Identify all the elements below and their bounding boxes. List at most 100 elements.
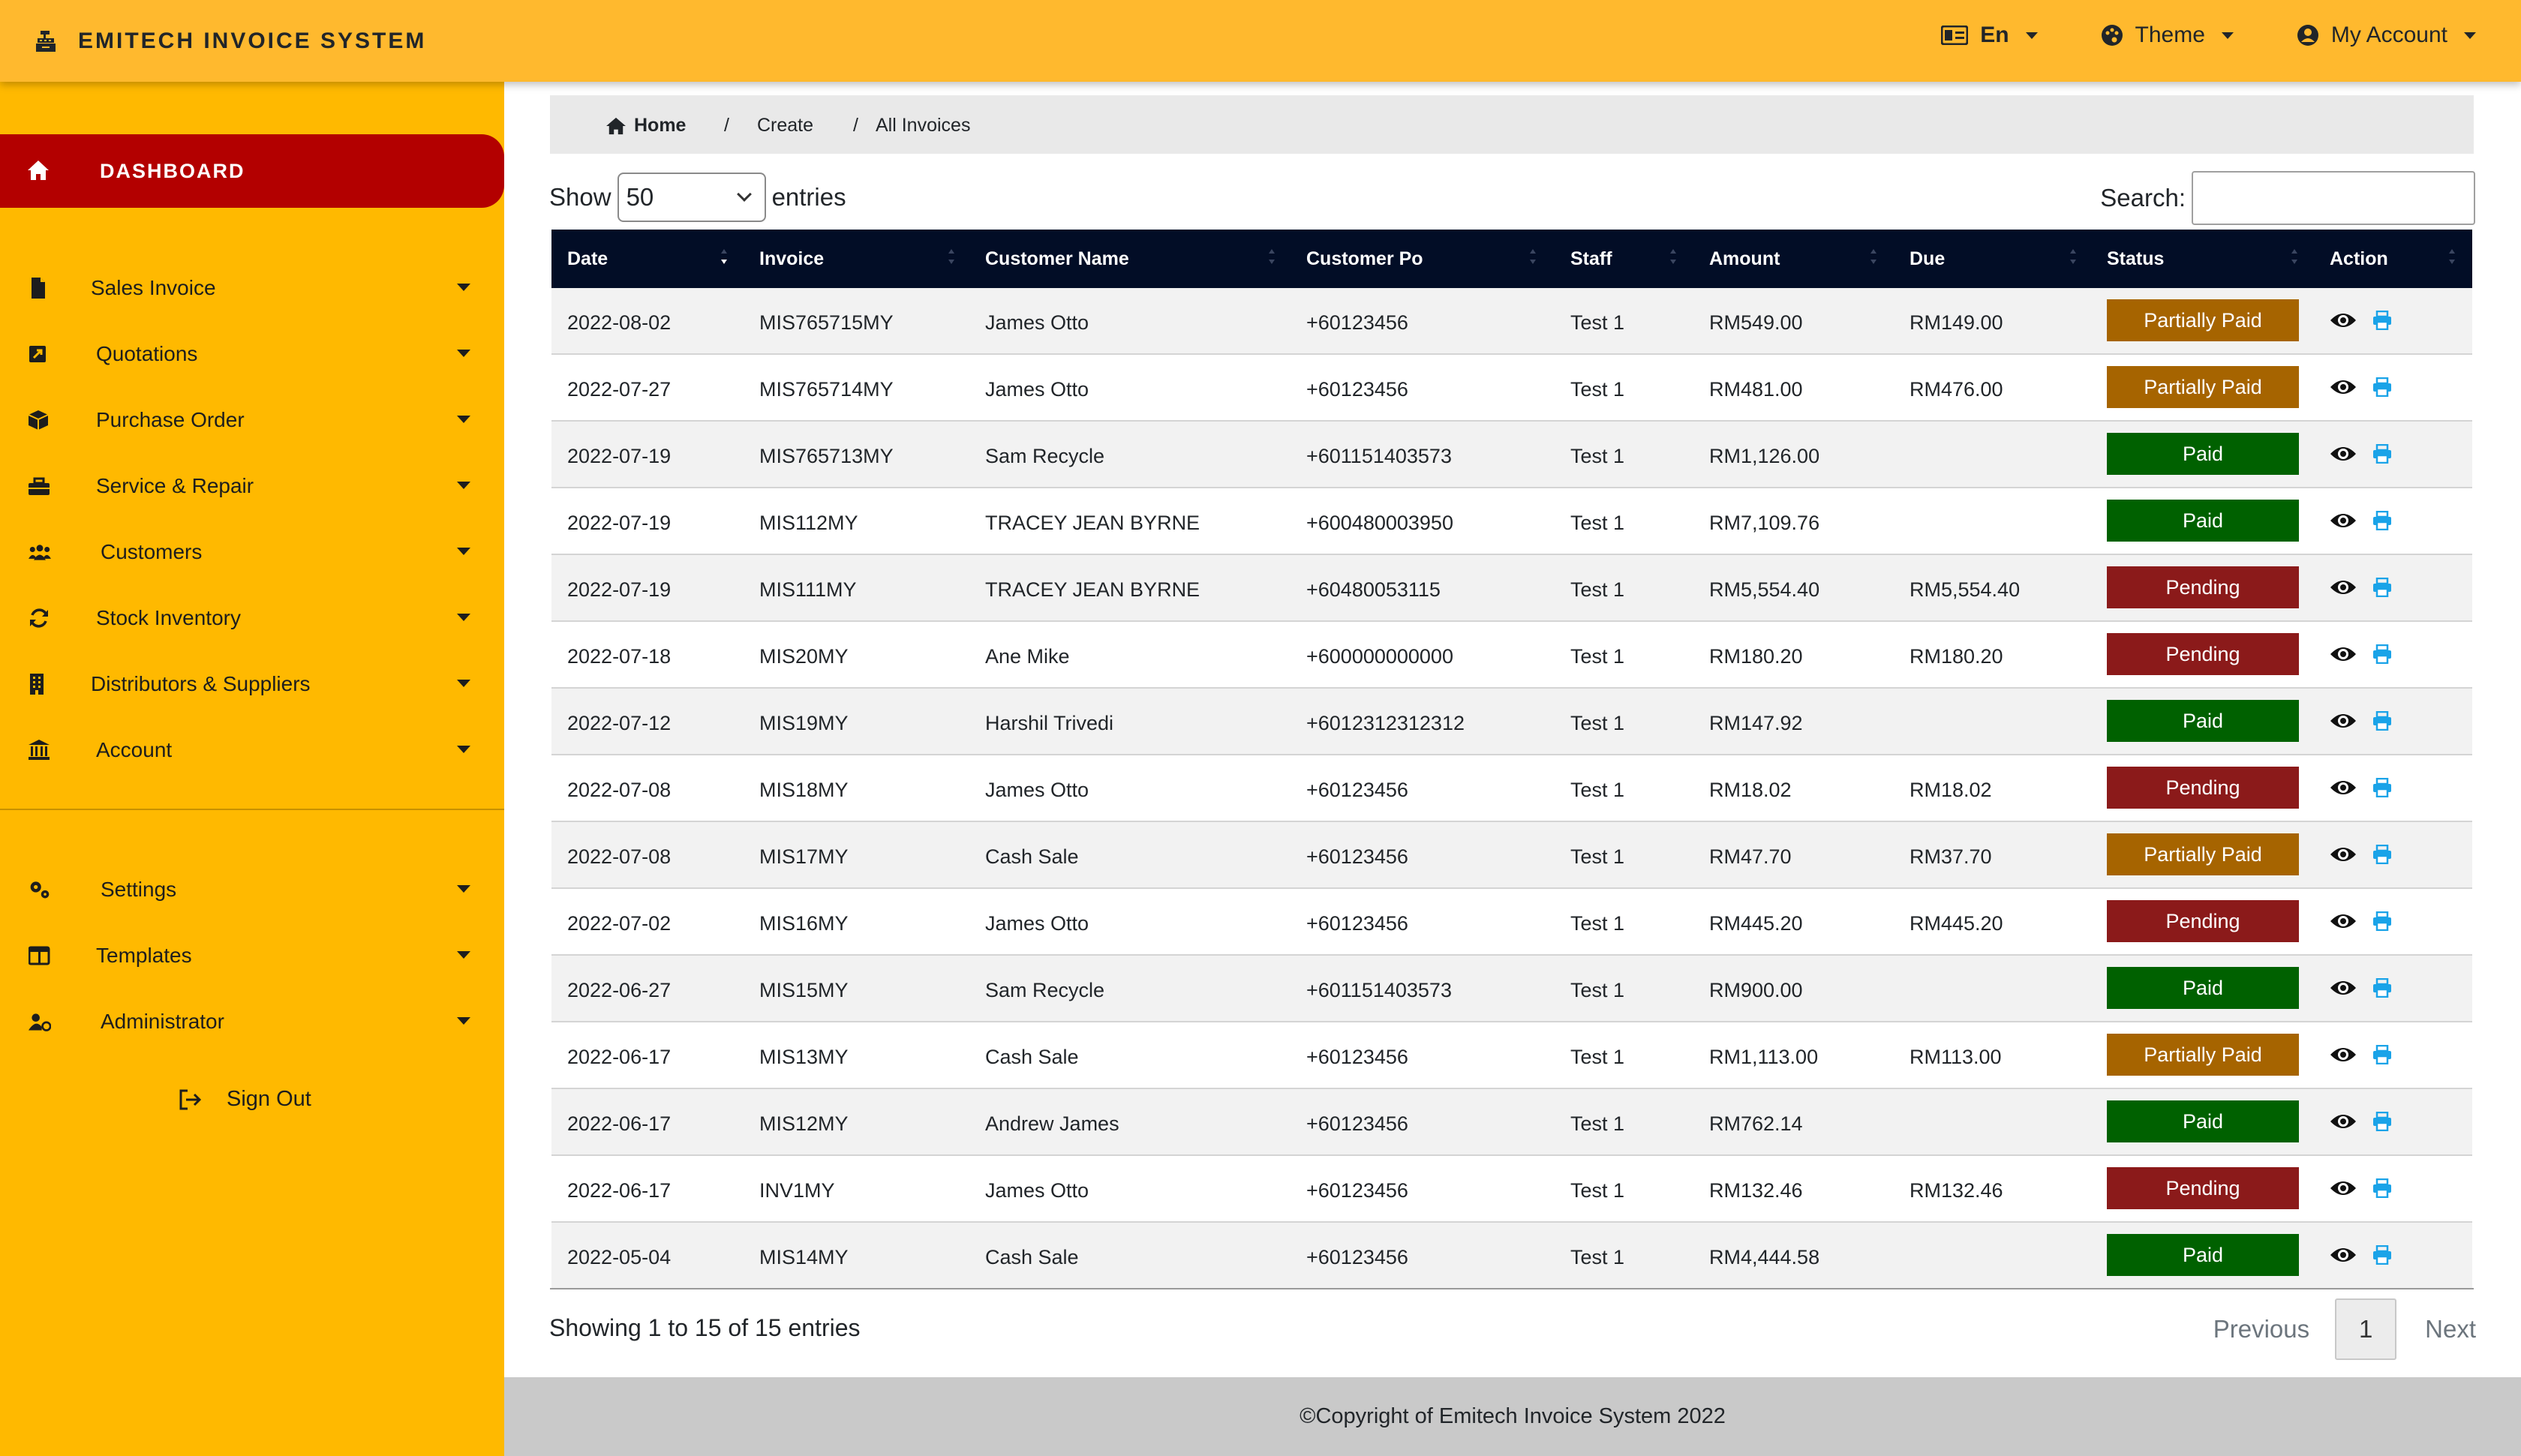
column-header-due[interactable]: Due <box>1910 230 1945 288</box>
view-eye-icon[interactable] <box>2330 310 2357 331</box>
cell-customer-po: +60480053115 <box>1306 578 1441 601</box>
sidebar-item-templates[interactable]: Templates <box>0 933 504 978</box>
account-dropdown[interactable]: My Account <box>2297 23 2476 48</box>
cell-due: RM149.00 <box>1910 311 2003 334</box>
column-header-customer-po[interactable]: Customer Po <box>1306 230 1423 288</box>
cell-amount: RM549.00 <box>1709 311 1803 334</box>
chevron-down-icon <box>457 284 470 291</box>
cell-date: 2022-06-17 <box>567 1112 672 1135</box>
language-dropdown[interactable]: En <box>1941 23 2038 48</box>
view-eye-icon[interactable] <box>2330 443 2357 464</box>
chevron-down-icon <box>457 680 470 687</box>
sidebar-item-administrator[interactable]: Administrator <box>0 999 504 1044</box>
cell-amount: RM147.92 <box>1709 712 1803 734</box>
view-eye-icon[interactable] <box>2330 1244 2357 1265</box>
print-icon[interactable] <box>2372 578 2392 597</box>
print-icon[interactable] <box>2372 1178 2392 1198</box>
cell-date: 2022-06-27 <box>567 979 672 1001</box>
cell-due: RM132.46 <box>1910 1179 2003 1202</box>
cell-customer-po: +601151403573 <box>1306 445 1452 467</box>
cell-amount: RM5,554.40 <box>1709 578 1820 601</box>
brand[interactable]: EMITECH INVOICE SYSTEM <box>36 29 426 54</box>
cell-staff: Test 1 <box>1570 645 1625 668</box>
breadcrumb-create[interactable]: Create <box>757 115 813 137</box>
view-eye-icon[interactable] <box>2330 777 2357 798</box>
cell-amount: RM445.20 <box>1709 912 1803 935</box>
table-search: Search: <box>2100 171 2475 225</box>
column-header-status[interactable]: Status <box>2107 230 2164 288</box>
print-icon[interactable] <box>2372 778 2392 797</box>
bank-icon <box>29 740 50 760</box>
column-header-staff[interactable]: Staff <box>1570 230 1612 288</box>
view-eye-icon[interactable] <box>2330 977 2357 998</box>
view-eye-icon[interactable] <box>2330 1044 2357 1065</box>
box-icon <box>29 410 49 430</box>
view-eye-icon[interactable] <box>2330 1178 2357 1199</box>
page-button-1[interactable]: 1 <box>2335 1298 2397 1360</box>
print-icon[interactable] <box>2372 311 2392 330</box>
cell-invoice: MIS20MY <box>759 645 849 668</box>
view-eye-icon[interactable] <box>2330 911 2357 932</box>
sidebar-item-settings[interactable]: Settings <box>0 867 504 912</box>
chevron-down-icon <box>457 951 470 959</box>
sidebar-item-distributors-suppliers[interactable]: Distributors & Suppliers <box>0 662 504 707</box>
view-eye-icon[interactable] <box>2330 1111 2357 1132</box>
copyright-text: ©Copyright of Emitech Invoice System 202… <box>1300 1404 1726 1428</box>
column-label: Amount <box>1709 248 1780 269</box>
status-badge: Pending <box>2107 566 2299 608</box>
cell-customer-po: +600000000000 <box>1306 645 1453 668</box>
chevron-down-icon <box>457 746 470 753</box>
sidebar-item-stock-inventory[interactable]: Stock Inventory <box>0 596 504 641</box>
sidebar-item-sales-invoice[interactable]: Sales Invoice <box>0 266 504 311</box>
next-button[interactable]: Next <box>2425 1315 2476 1343</box>
cell-date: 2022-06-17 <box>567 1179 672 1202</box>
cell-invoice: MIS12MY <box>759 1112 849 1135</box>
view-eye-icon[interactable] <box>2330 844 2357 865</box>
view-eye-icon[interactable] <box>2330 710 2357 731</box>
column-header-invoice[interactable]: Invoice <box>759 230 824 288</box>
theme-dropdown[interactable]: Theme <box>2101 23 2234 48</box>
print-icon[interactable] <box>2372 1245 2392 1265</box>
view-eye-icon[interactable] <box>2330 377 2357 398</box>
view-eye-icon[interactable] <box>2330 577 2357 598</box>
cell-customer-po: +60123456 <box>1306 311 1408 334</box>
sign-out-button[interactable]: Sign Out <box>179 1087 311 1112</box>
print-icon[interactable] <box>2372 644 2392 664</box>
column-header-action[interactable]: Action <box>2330 230 2388 288</box>
sidebar-item-purchase-order[interactable]: Purchase Order <box>0 398 504 443</box>
column-header-amount[interactable]: Amount <box>1709 230 1780 288</box>
sidebar-item-service-repair[interactable]: Service & Repair <box>0 464 504 509</box>
print-icon[interactable] <box>2372 1112 2392 1131</box>
previous-button[interactable]: Previous <box>2213 1315 2309 1343</box>
column-label: Customer Name <box>985 248 1129 269</box>
cell-due: RM180.20 <box>1910 645 2003 668</box>
print-icon[interactable] <box>2372 444 2392 464</box>
column-header-customer-name[interactable]: Customer Name <box>985 230 1129 288</box>
status-badge: Pending <box>2107 633 2299 675</box>
sidebar-item-dashboard[interactable]: DASHBOARD <box>0 134 504 208</box>
chevron-down-icon <box>457 482 470 489</box>
print-icon[interactable] <box>2372 711 2392 731</box>
breadcrumb-home[interactable]: Home <box>605 115 686 137</box>
sidebar-item-quotations[interactable]: Quotations <box>0 332 504 377</box>
print-icon[interactable] <box>2372 978 2392 998</box>
sidebar-item-account[interactable]: Account <box>0 728 504 773</box>
print-icon[interactable] <box>2372 1045 2392 1064</box>
print-icon[interactable] <box>2372 911 2392 931</box>
sort-icon <box>720 249 728 269</box>
print-icon[interactable] <box>2372 377 2392 397</box>
print-icon[interactable] <box>2372 511 2392 530</box>
sidebar-item-customers[interactable]: Customers <box>0 530 504 575</box>
view-eye-icon[interactable] <box>2330 644 2357 665</box>
cell-due: RM476.00 <box>1910 378 2003 401</box>
view-eye-icon[interactable] <box>2330 510 2357 531</box>
cash-register-icon <box>36 31 56 52</box>
status-badge: Paid <box>2107 433 2299 475</box>
entries-select[interactable]: 50 <box>617 173 766 222</box>
print-icon[interactable] <box>2372 845 2392 864</box>
search-input[interactable] <box>2192 171 2475 225</box>
status-badge: Partially Paid <box>2107 299 2299 341</box>
table-bottom-border <box>550 1288 2474 1289</box>
cell-staff: Test 1 <box>1570 1046 1625 1068</box>
column-header-date[interactable]: Date <box>567 230 608 288</box>
